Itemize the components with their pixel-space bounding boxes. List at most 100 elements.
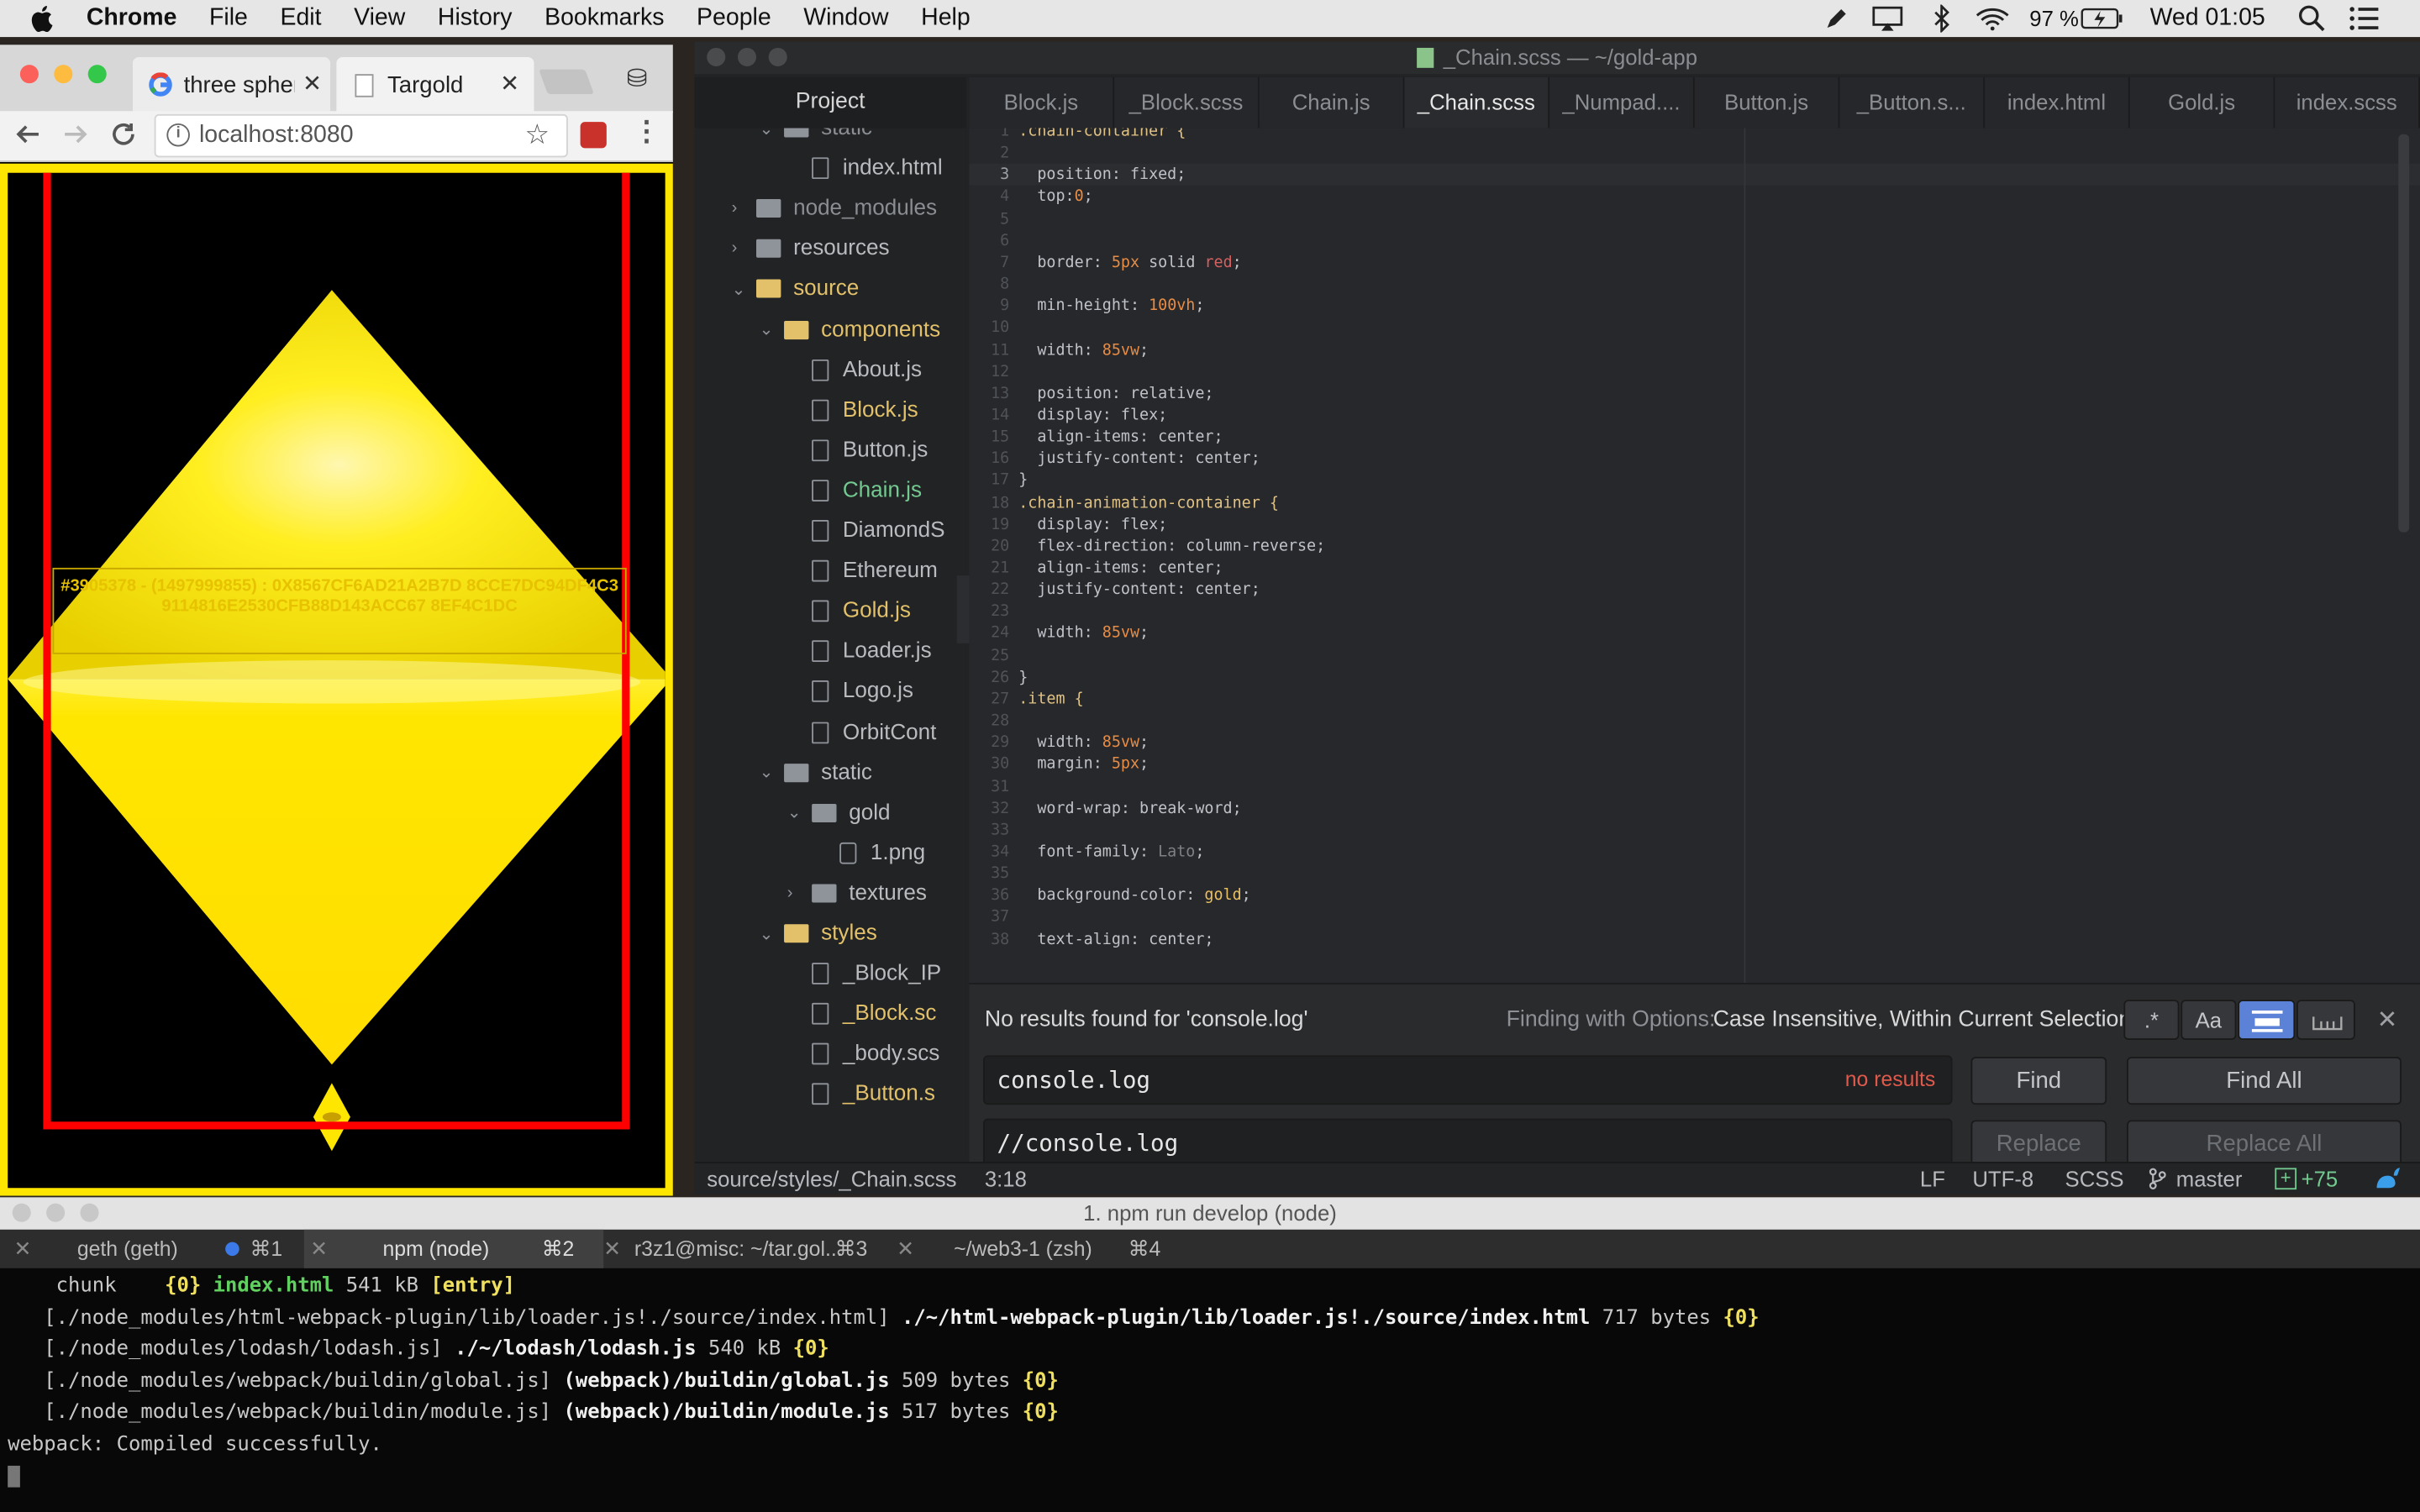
find-all-button[interactable]: Find All [2127, 1057, 2402, 1105]
tree-item[interactable]: ⌄ static [695, 753, 966, 790]
chevron-down-icon[interactable]: ⌄ [760, 923, 774, 943]
close-window-button[interactable] [707, 47, 726, 66]
squirrel-icon[interactable] [2374, 1167, 2402, 1191]
close-window-button[interactable] [12, 1203, 31, 1222]
chevron-down-icon[interactable]: ⌄ [732, 279, 746, 299]
back-icon[interactable] [14, 120, 42, 155]
terminal-tab-1[interactable]: ✕ geth (geth) ⌘1 [0, 1230, 304, 1268]
spotlight-icon[interactable] [2298, 0, 2326, 37]
replace-button[interactable]: Replace [1970, 1120, 2107, 1168]
tree-item[interactable]: Chain.js [695, 472, 966, 509]
tree-item[interactable]: _Block_IP [695, 955, 966, 992]
tab-three-spheres[interactable]: three spher ✕ [132, 56, 331, 113]
tree-item[interactable]: index.html [695, 150, 966, 186]
tree-item[interactable]: DiamondS [695, 512, 966, 549]
menu-window[interactable]: Window [803, 5, 888, 33]
zoom-window-button[interactable] [80, 1203, 99, 1222]
pen-icon[interactable] [1823, 0, 1850, 37]
replace-input[interactable]: //console.log [983, 1118, 1953, 1168]
chevron-right-icon[interactable]: › [732, 199, 738, 218]
menu-bookmarks[interactable]: Bookmarks [544, 5, 664, 33]
tree-item[interactable]: ⌄ styles [695, 915, 966, 952]
address-bar[interactable]: i localhost:8080 ☆ [154, 113, 568, 158]
close-tab-icon[interactable]: ✕ [302, 70, 322, 97]
code-editor[interactable]: 1 .chain-container {2 3 position: fixed; 4 … [969, 128, 2420, 984]
menu-chrome[interactable]: Chrome [87, 5, 177, 33]
menu-people[interactable]: People [697, 5, 771, 33]
tree-item[interactable]: 1.png [695, 834, 966, 871]
chevron-right-icon[interactable]: › [787, 884, 793, 902]
case-toggle-button[interactable]: Aa [2181, 1000, 2237, 1040]
editor-tab[interactable]: Block.js [969, 76, 1115, 129]
file-path[interactable]: source/styles/_Chain.scss [707, 1167, 956, 1191]
close-tab-icon[interactable]: ✕ [897, 1230, 914, 1268]
close-tab-icon[interactable]: ✕ [310, 1230, 328, 1268]
editor-tab[interactable]: _Chain.scss [1404, 76, 1550, 129]
tree-item[interactable]: About.js [695, 351, 966, 388]
whole-word-toggle-button[interactable] [2296, 1000, 2355, 1040]
tree-item[interactable]: Button.js [695, 432, 966, 469]
editor-tab[interactable]: _Numpad.... [1549, 76, 1695, 129]
chrome-menu-icon[interactable]: ⋮ [633, 116, 660, 149]
file-encoding[interactable]: UTF-8 [1972, 1167, 2033, 1191]
tree-item[interactable]: Block.js [695, 391, 966, 428]
minimize-window-button[interactable] [46, 1203, 66, 1222]
terminal-tab-3[interactable]: ✕ r3z1@misc: ~/tar.gol... ⌘3 [603, 1230, 893, 1268]
editor-scrollbar[interactable] [2398, 134, 2410, 533]
new-tab-button[interactable] [539, 69, 594, 95]
info-icon[interactable]: i [166, 123, 190, 147]
chevron-down-icon[interactable]: ⌄ [760, 319, 774, 339]
tree-item[interactable]: _Button.s [695, 1076, 966, 1113]
tree-item[interactable]: ⌄ gold [695, 794, 966, 831]
tree-item[interactable]: ⌄ components [695, 311, 966, 348]
minimize-window-button[interactable] [54, 65, 73, 84]
reload-icon[interactable] [109, 120, 137, 155]
chevron-down-icon[interactable]: ⌄ [787, 802, 802, 822]
close-tab-icon[interactable]: ✕ [14, 1230, 32, 1268]
menu-history[interactable]: History [438, 5, 513, 33]
selection-toggle-button[interactable] [2238, 1000, 2296, 1040]
chevron-down-icon[interactable]: ⌄ [760, 128, 774, 138]
git-branch[interactable]: master [2176, 1167, 2243, 1191]
tree-item[interactable]: › textures [695, 874, 966, 911]
tree-item[interactable]: Ethereum [695, 553, 966, 590]
editor-tab[interactable]: Gold.js [2129, 76, 2275, 129]
tab-targold[interactable]: Targold ✕ [336, 56, 534, 113]
chevron-right-icon[interactable]: › [732, 239, 738, 258]
zoom-window-button[interactable] [768, 47, 787, 66]
battery-icon[interactable] [2081, 0, 2123, 37]
tree-item[interactable]: Gold.js [695, 593, 966, 630]
regex-toggle-button[interactable]: .* [2123, 1000, 2180, 1040]
menu-view[interactable]: View [354, 5, 405, 33]
cursor-position[interactable]: 3:18 [985, 1167, 1027, 1191]
minimize-window-button[interactable] [737, 47, 757, 66]
bluetooth-icon[interactable] [1933, 0, 1951, 37]
menu-help[interactable]: Help [921, 5, 971, 33]
git-changes[interactable]: +75 [2302, 1167, 2338, 1191]
incognito-icon[interactable]: ⛁ [627, 63, 648, 94]
close-window-button[interactable] [19, 65, 39, 84]
editor-tab[interactable]: _Block.scss [1114, 76, 1260, 129]
airplay-icon[interactable] [1872, 0, 1903, 37]
apple-icon[interactable] [31, 5, 55, 33]
wifi-icon[interactable] [1975, 0, 2009, 37]
tree-item[interactable]: ⌄ static [695, 128, 966, 146]
close-find-icon[interactable]: ✕ [2377, 1005, 2398, 1036]
tree-item[interactable]: Logo.js [695, 674, 966, 711]
forward-icon[interactable] [61, 120, 89, 155]
menu-file[interactable]: File [209, 5, 248, 33]
tree-item[interactable]: ⌄ source [695, 270, 966, 307]
menu-edit[interactable]: Edit [280, 5, 321, 33]
editor-tab[interactable]: index.scss [2275, 76, 2420, 129]
editor-tab[interactable]: Button.js [1694, 76, 1840, 129]
bookmark-star-icon[interactable]: ☆ [524, 118, 550, 151]
chevron-down-icon[interactable]: ⌄ [760, 763, 774, 782]
tree-item[interactable]: _Block.sc [695, 995, 966, 1032]
line-ending[interactable]: LF [1920, 1167, 1945, 1191]
terminal-tab-4[interactable]: ✕ ~/web3-1 (zsh) ⌘4 [893, 1230, 1186, 1268]
tree-item[interactable]: OrbitCont [695, 713, 966, 750]
tree-item[interactable]: _body.scs [695, 1036, 966, 1073]
notification-center-icon[interactable] [2349, 0, 2381, 37]
replace-all-button[interactable]: Replace All [2127, 1120, 2402, 1168]
editor-tab[interactable]: index.html [1985, 76, 2130, 129]
